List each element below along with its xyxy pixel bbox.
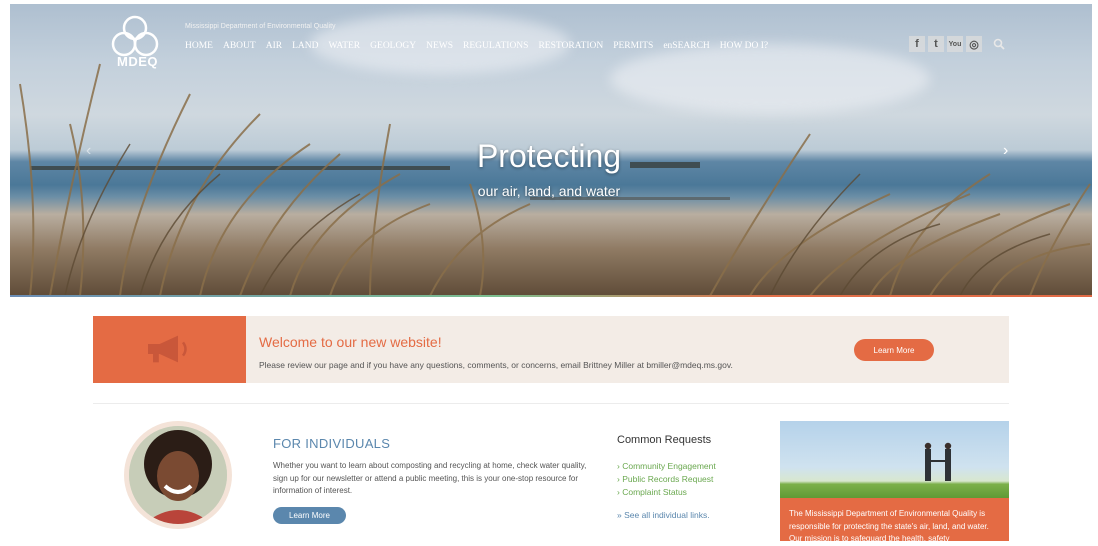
carousel-prev-icon[interactable]: ‹ [86, 142, 91, 160]
request-link-community-engagement[interactable]: › Community Engagement [617, 460, 716, 473]
search-icon[interactable] [993, 38, 1005, 50]
avatar [124, 421, 232, 529]
announcement-learn-more-button[interactable]: Learn More [854, 339, 934, 361]
nav-item-regulations[interactable]: REGULATIONS [463, 41, 528, 51]
nav-item-restoration[interactable]: RESTORATION [538, 41, 603, 51]
announcement-text: Please review our page and if you have a… [259, 360, 733, 370]
social-links: f t You ◎ [909, 36, 982, 52]
about-card: The Mississippi Department of Environmen… [780, 498, 1009, 543]
see-all-links[interactable]: » See all individual links. [617, 510, 710, 520]
individuals-learn-more-button[interactable]: Learn More [273, 507, 346, 524]
facebook-icon[interactable]: f [909, 36, 925, 52]
announcement-banner: Welcome to our new website! Please revie… [93, 316, 1009, 383]
nav-item-land[interactable]: LAND [292, 41, 318, 51]
section-divider [93, 403, 1009, 404]
nav-item-geology[interactable]: GEOLOGY [370, 41, 416, 51]
announcement-title: Welcome to our new website! [259, 334, 442, 350]
youtube-icon[interactable]: You [947, 36, 963, 52]
avatar-photo [129, 426, 227, 524]
megaphone-icon [148, 335, 187, 363]
individuals-title[interactable]: FOR INDIVIDUALS [273, 436, 390, 451]
main-nav: HOME ABOUT AIR LAND WATER GEOLOGY NEWS R… [185, 41, 768, 51]
about-card-image [780, 421, 1009, 498]
hero-title: Protecting [476, 138, 622, 174]
agency-name: Mississippi Department of Environmental … [185, 23, 336, 30]
hero-divider-line [10, 295, 1092, 297]
request-link-label: Complaint Status [622, 487, 687, 497]
nav-item-how-do-i[interactable]: HOW DO I? [720, 41, 768, 51]
twitter-icon[interactable]: t [928, 36, 944, 52]
request-link-complaint-status[interactable]: › Complaint Status [617, 486, 716, 499]
nav-item-permits[interactable]: PERMITS [613, 41, 653, 51]
nav-item-air[interactable]: AIR [266, 41, 282, 51]
request-link-label: Community Engagement [622, 461, 716, 471]
common-requests-title: Common Requests [617, 434, 712, 446]
nav-item-home[interactable]: HOME [185, 41, 213, 51]
nav-item-water[interactable]: WATER [328, 41, 360, 51]
request-link-public-records[interactable]: › Public Records Request [617, 473, 716, 486]
logo-text[interactable]: MDEQ [117, 54, 158, 69]
carousel-next-icon[interactable]: › [1003, 142, 1008, 160]
handshake-photo [924, 442, 952, 481]
nav-item-ensearch[interactable]: enSEARCH [663, 41, 709, 51]
individuals-text: Whether you want to learn about composti… [273, 461, 587, 495]
instagram-icon[interactable]: ◎ [966, 36, 982, 52]
request-link-label: Public Records Request [622, 474, 714, 484]
common-requests-list: › Community Engagement › Public Records … [617, 460, 716, 499]
hero-subtitle: our air, land, and water [477, 183, 621, 199]
nav-item-about[interactable]: ABOUT [223, 41, 256, 51]
announcement-icon-box [93, 316, 246, 383]
avatar-portrait [129, 426, 227, 524]
nav-item-news[interactable]: NEWS [426, 41, 453, 51]
about-card-text: The Mississippi Department of Environmen… [789, 509, 989, 543]
